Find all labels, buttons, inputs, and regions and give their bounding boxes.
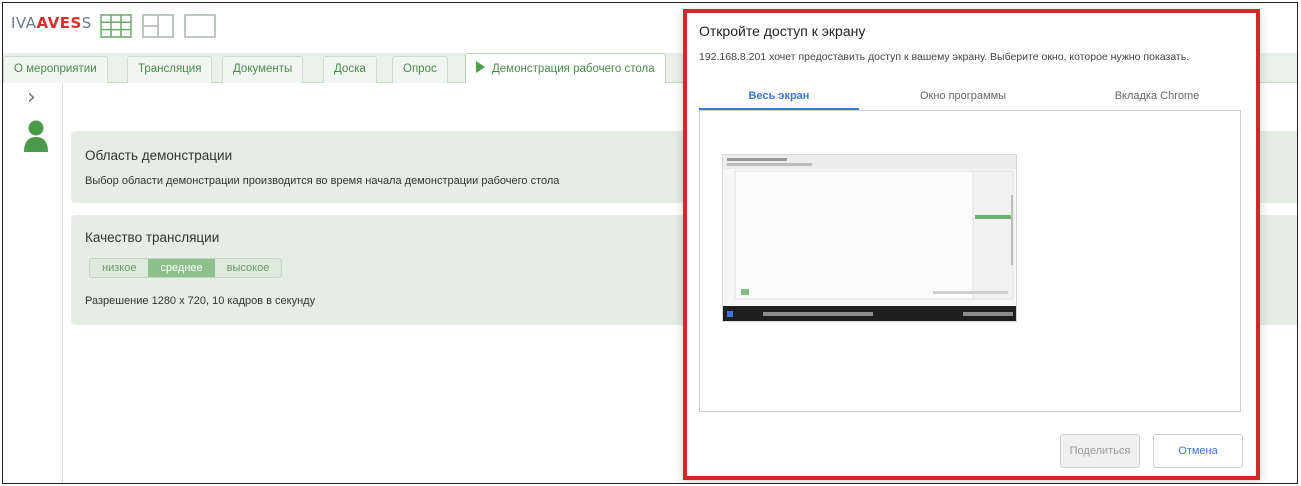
dialog-title: Откройте доступ к экрану [699, 23, 866, 39]
chevron-right-icon[interactable]: › [27, 85, 36, 110]
share-screen-dialog: Откройте доступ к экрану 192.168.8.201 х… [683, 9, 1260, 480]
app-window: IVAAVESS О мероприятии Трансляция Докуме… [2, 2, 1298, 484]
demo-area-text: Выбор области демонстрации производится … [85, 175, 560, 187]
tab-chrome-tab[interactable]: Вкладка Chrome [1077, 87, 1237, 111]
cancel-button[interactable]: Отмена [1153, 434, 1243, 468]
tab-desktop-demo-label: Демонстрация рабочего стола [492, 63, 655, 75]
resolution-text: Разрешение 1280 х 720, 10 кадров в секун… [85, 295, 316, 307]
tab-entire-screen[interactable]: Весь экран [699, 87, 859, 111]
left-rail: › [3, 83, 63, 483]
quality-title: Качество трансляции [85, 230, 220, 245]
tab-poll[interactable]: Опрос [392, 56, 448, 83]
tab-about[interactable]: О мероприятии [3, 56, 108, 83]
tab-broadcast[interactable]: Трансляция [127, 56, 213, 83]
app-logo: IVAAVESS [11, 14, 92, 32]
dialog-description: 192.168.8.201 хочет предоставить доступ … [699, 51, 1190, 63]
quality-option-low[interactable]: низкое [90, 259, 148, 277]
play-icon [476, 61, 485, 73]
tab-application-window[interactable]: Окно программы [883, 87, 1043, 111]
user-icon[interactable] [23, 119, 49, 153]
screen-picker-area [699, 110, 1241, 412]
split-layout-icon[interactable] [142, 14, 174, 38]
demo-area-title: Область демонстрации [85, 148, 233, 163]
grid-layout-icon[interactable] [100, 14, 132, 38]
quality-selector: низкое среднее высокое [89, 258, 283, 278]
quality-option-high[interactable]: высокое [215, 259, 282, 277]
share-button[interactable]: Поделиться [1060, 434, 1140, 468]
single-layout-icon[interactable] [184, 14, 216, 38]
tab-desktop-demo[interactable]: Демонстрация рабочего стола [465, 53, 666, 83]
tab-board[interactable]: Доска [323, 56, 377, 83]
tab-documents[interactable]: Документы [222, 56, 304, 83]
screen-thumbnail[interactable] [722, 154, 1017, 322]
quality-option-medium[interactable]: среднее [148, 259, 215, 277]
